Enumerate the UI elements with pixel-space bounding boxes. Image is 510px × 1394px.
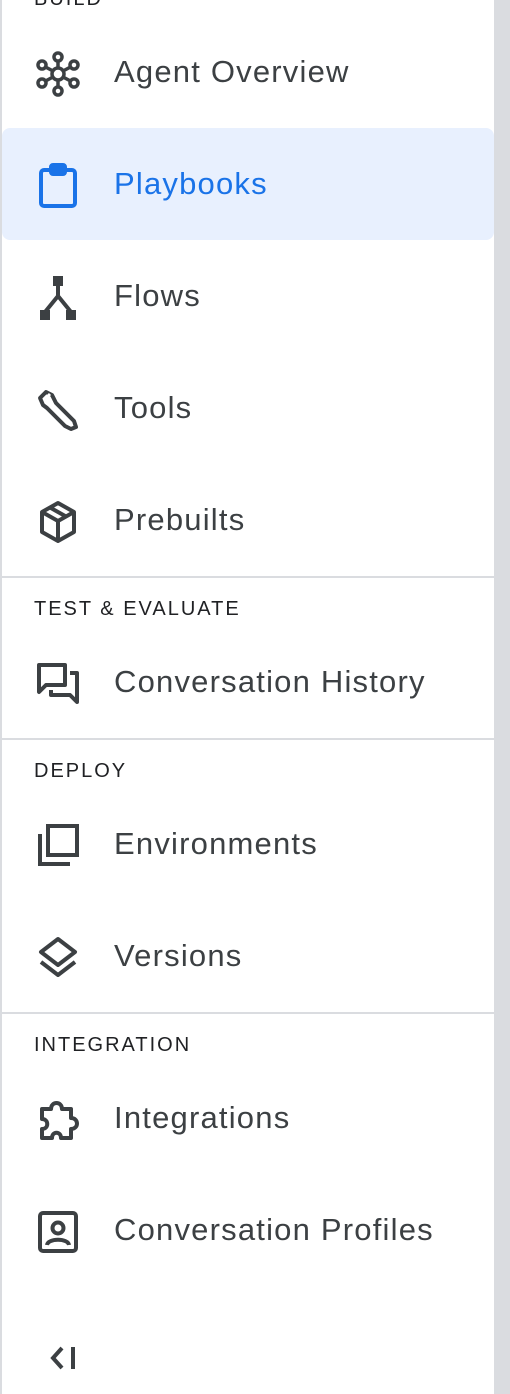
wrench-icon xyxy=(34,386,82,434)
sidebar-item-label: Conversation Profiles xyxy=(114,1212,434,1247)
sidebar-item-integrations[interactable]: Integrations xyxy=(2,1062,494,1174)
sidebar-item-prebuilts[interactable]: Prebuilts xyxy=(2,464,494,576)
section-divider xyxy=(2,738,494,740)
sidebar-item-playbooks[interactable]: Playbooks xyxy=(2,128,494,240)
collapse-sidebar-button[interactable] xyxy=(46,1338,86,1378)
sidebar-item-environments[interactable]: Environments xyxy=(2,788,494,900)
section-label-test-evaluate: TEST & EVALUATE xyxy=(34,598,241,620)
package-icon xyxy=(34,498,82,546)
scrollbar[interactable] xyxy=(494,0,510,1394)
collapse-left-icon xyxy=(46,1338,86,1378)
sidebar-item-label: Tools xyxy=(114,390,193,425)
hub-icon xyxy=(34,50,82,98)
sidebar-item-label: Playbooks xyxy=(114,166,268,201)
sidebar-item-conversation-profiles[interactable]: Conversation Profiles xyxy=(2,1174,494,1286)
sidebar-item-agent-overview[interactable]: Agent Overview xyxy=(2,16,494,128)
clipboard-icon xyxy=(34,162,82,210)
sidebar-item-label: Flows xyxy=(114,278,201,313)
flow-icon xyxy=(34,274,82,322)
sidebar-item-label: Conversation History xyxy=(114,664,426,699)
sidebar-item-label: Prebuilts xyxy=(114,502,246,537)
puzzle-icon xyxy=(34,1096,82,1144)
section-label-build: BUILD xyxy=(34,0,103,11)
sidebar-item-conversation-history[interactable]: Conversation History xyxy=(2,626,494,738)
section-divider xyxy=(2,576,494,578)
sidebar-item-label: Integrations xyxy=(114,1100,291,1135)
sidebar-nav: BUILD Ag xyxy=(2,0,494,1394)
sidebar-item-versions[interactable]: Versions xyxy=(2,900,494,1012)
sidebar-item-flows[interactable]: Flows xyxy=(2,240,494,352)
section-label-integration: INTEGRATION xyxy=(34,1034,192,1056)
sidebar-item-tools[interactable]: Tools xyxy=(2,352,494,464)
navigation-panel: BUILD Ag xyxy=(0,0,510,1394)
section-label-deploy: DEPLOY xyxy=(34,760,128,782)
sidebar-item-label: Agent Overview xyxy=(114,54,350,89)
chat-history-icon xyxy=(34,660,82,708)
sidebar-item-label: Versions xyxy=(114,938,243,973)
layers-icon xyxy=(34,934,82,982)
profile-card-icon xyxy=(34,1208,82,1256)
sidebar-item-label: Environments xyxy=(114,826,318,861)
environment-icon xyxy=(34,822,82,870)
section-divider xyxy=(2,1012,494,1014)
